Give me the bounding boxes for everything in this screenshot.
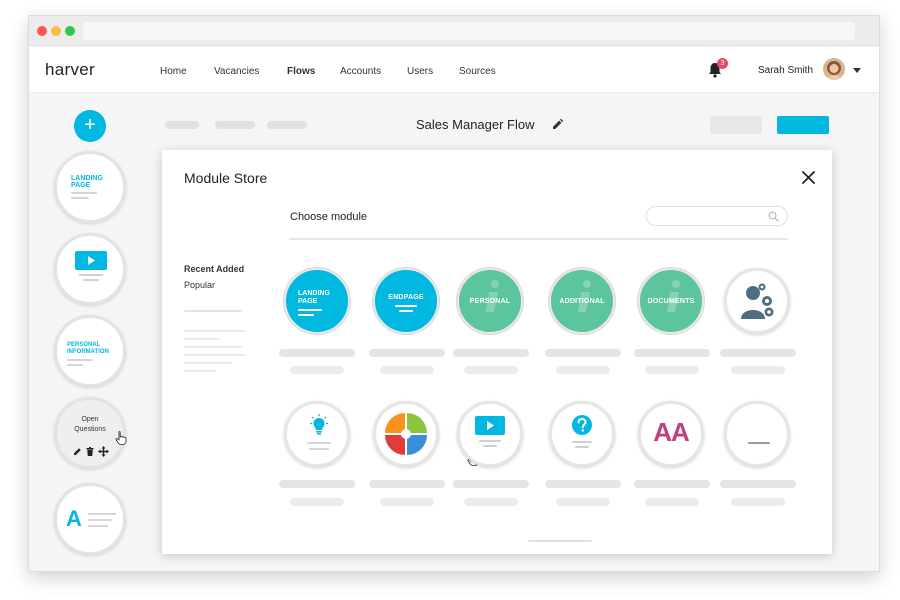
pencil-icon[interactable] — [73, 447, 82, 456]
move-icon[interactable] — [98, 446, 109, 457]
modal-title: Module Store — [184, 170, 268, 186]
module-quiz[interactable] — [549, 401, 615, 467]
color-wheel-icon — [385, 413, 427, 455]
nav-flows[interactable]: Flows — [287, 66, 315, 77]
sidebar-item-landing-page[interactable]: LANDING PAGE — [54, 151, 126, 223]
info-icon — [486, 280, 499, 312]
module-endpage[interactable]: ENDPAGE — [373, 268, 439, 334]
info-icon — [667, 280, 680, 312]
nav-vacancies[interactable]: Vacancies — [214, 66, 259, 77]
browser-window: harver Home Vacancies Flows Accounts Use… — [28, 15, 880, 572]
module-personality-wheel[interactable] — [373, 401, 439, 467]
module-landing-page[interactable]: LANDING PAGE — [284, 268, 350, 334]
module-idea[interactable] — [284, 401, 350, 467]
hand-cursor-icon — [115, 431, 127, 445]
sidebar-item-video[interactable] — [54, 233, 126, 305]
placeholder-tab[interactable] — [267, 121, 307, 129]
page-title: Sales Manager Flow — [416, 117, 535, 132]
video-icon — [75, 251, 107, 281]
maximize-window-button[interactable] — [65, 26, 75, 36]
sidebar-item-label: INFORMATION — [67, 349, 109, 355]
module-video[interactable] — [457, 401, 523, 467]
people-gears-icon — [741, 283, 774, 319]
video-icon — [475, 416, 505, 447]
scroll-indicator[interactable] — [528, 540, 592, 542]
user-name[interactable]: Sarah Smith — [758, 65, 813, 76]
nav-accounts[interactable]: Accounts — [340, 66, 381, 77]
module-typography[interactable]: AA — [638, 401, 704, 467]
browser-titlebar — [29, 16, 879, 46]
category-popular[interactable]: Popular — [184, 280, 215, 290]
edit-icon[interactable] — [552, 119, 563, 130]
sidebar-item-label: LANDING — [71, 175, 103, 182]
placeholder-tab[interactable] — [215, 121, 255, 129]
primary-button[interactable] — [777, 116, 829, 134]
module-additional[interactable]: ADDITIONAL — [549, 268, 615, 334]
sidebar-item-label: PERSONAL — [67, 342, 101, 348]
nav-users[interactable]: Users — [407, 66, 433, 77]
sidebar-item-label: Open — [81, 416, 99, 423]
chevron-down-icon[interactable] — [853, 68, 861, 73]
module-team[interactable] — [724, 268, 790, 334]
divider — [289, 238, 788, 240]
module-documents[interactable]: DOCUMENTS — [638, 268, 704, 334]
nav-sources[interactable]: Sources — [459, 66, 496, 77]
sidebar-item-label: PAGE — [71, 182, 91, 189]
choose-module-heading: Choose module — [290, 211, 368, 223]
close-icon[interactable] — [802, 171, 815, 184]
close-window-button[interactable] — [37, 26, 47, 36]
question-icon — [572, 415, 592, 448]
lightbulb-icon — [310, 414, 328, 435]
sidebar-item-label: Questions — [74, 426, 106, 433]
module-text[interactable] — [724, 401, 790, 467]
font-icon: AA — [653, 417, 690, 447]
module-personal[interactable]: PERSONAL — [457, 268, 523, 334]
search-input[interactable] — [646, 206, 788, 226]
notification-badge: 3 — [717, 58, 728, 69]
address-bar[interactable] — [83, 22, 855, 40]
nav-home[interactable]: Home — [160, 66, 187, 77]
harver-logo[interactable]: harver — [45, 60, 95, 80]
sidebar-item-personal-information[interactable]: PERSONAL INFORMATION — [54, 315, 126, 387]
module-store-modal: Module Store Choose module Recent Added … — [162, 150, 832, 554]
placeholder-tab[interactable] — [165, 121, 199, 129]
category-recent-added[interactable]: Recent Added — [184, 264, 244, 274]
text-icon: A — [66, 506, 82, 531]
secondary-button[interactable] — [710, 116, 762, 134]
add-module-button[interactable]: + — [74, 110, 106, 142]
search-icon — [768, 211, 779, 222]
avatar[interactable] — [823, 58, 845, 80]
app-header: harver Home Vacancies Flows Accounts Use… — [29, 47, 879, 93]
info-icon — [578, 280, 591, 312]
trash-icon[interactable] — [86, 447, 94, 456]
minimize-window-button[interactable] — [51, 26, 61, 36]
sidebar-item-text[interactable]: A — [54, 483, 126, 555]
